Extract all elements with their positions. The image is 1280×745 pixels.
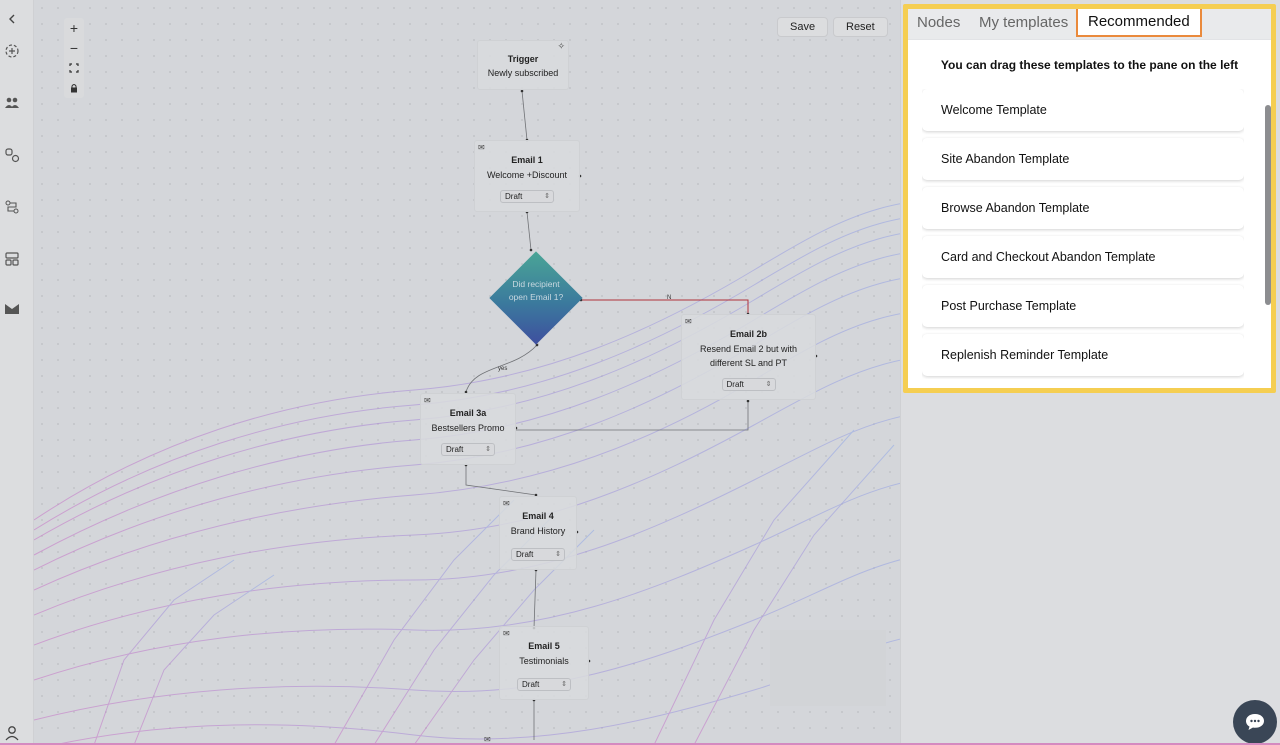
panel-tabs: Nodes My templates Recommended (908, 9, 1271, 40)
envelope-icon: ✉ (685, 317, 692, 326)
email-2b-node[interactable]: ✉ Email 2b Resend Email 2 but with diffe… (681, 314, 816, 400)
fit-view-icon[interactable] (64, 58, 84, 78)
node-title: Email 4 (522, 511, 554, 521)
envelope-icon: ✉ (503, 499, 510, 508)
node-title: Trigger (507, 54, 539, 64)
nodes-icon[interactable] (3, 146, 21, 164)
template-item-cart-checkout[interactable]: Card and Checkout Abandon Template (922, 236, 1244, 278)
node-title: Email 5 (528, 641, 560, 651)
template-item-post-purchase[interactable]: Post Purchase Template (922, 285, 1244, 327)
chat-button[interactable] (1233, 700, 1277, 744)
zoom-in-button[interactable]: + (64, 18, 84, 38)
sparkle-icon: ✧ (557, 41, 565, 51)
node-title: Email 3a (449, 408, 487, 418)
template-item-welcome[interactable]: Welcome Template (922, 89, 1244, 131)
email-3a-node[interactable]: ✉ Email 3a Bestsellers Promo Draft (420, 393, 516, 465)
save-button[interactable]: Save (777, 17, 829, 37)
node-title: Email 1 (511, 155, 543, 165)
mail-icon[interactable] (3, 300, 21, 318)
templates-panel: Nodes My templates Recommended You can d… (903, 4, 1276, 393)
tab-nodes[interactable]: Nodes (917, 11, 960, 35)
email-5-node[interactable]: ✉ Email 5 Testimonials Draft (499, 626, 589, 700)
status-select[interactable]: Draft (721, 378, 776, 391)
node-description: Resend Email 2 but with different SL and… (699, 344, 798, 368)
users-icon[interactable] (3, 94, 21, 112)
email-1-node[interactable]: ✉ Email 1 Welcome +Discount Draft (474, 140, 580, 212)
left-sidebar (0, 0, 34, 745)
node-title: Email 2b (729, 329, 767, 339)
zoom-out-button[interactable]: − (64, 38, 84, 58)
panel-heading: You can drag these templates to the pane… (940, 58, 1239, 72)
template-item-browse-abandon[interactable]: Browse Abandon Template (922, 187, 1244, 229)
minimap[interactable] (770, 630, 886, 706)
zoom-controls: + − (64, 18, 84, 98)
chat-bubble-icon (1246, 714, 1264, 730)
flow-icon[interactable] (3, 198, 21, 216)
add-circle-icon[interactable] (3, 42, 21, 60)
trigger-node[interactable]: ✧ Trigger Newly subscribed (477, 40, 569, 90)
envelope-icon: ✉ (424, 396, 431, 405)
node-description: Newly subscribed (487, 68, 559, 78)
status-select[interactable]: Draft (500, 190, 554, 203)
template-list: Welcome Template Site Abandon Template B… (922, 89, 1244, 379)
user-icon[interactable] (3, 724, 21, 742)
node-description: Bestsellers Promo (431, 423, 505, 433)
template-item-site-abandon[interactable]: Site Abandon Template (922, 138, 1244, 180)
yes-branch-label: yes (498, 366, 508, 372)
chevron-left-icon[interactable] (3, 10, 21, 28)
tab-recommended[interactable]: Recommended (1076, 9, 1202, 37)
node-description: Testimonials (519, 656, 569, 666)
panel-scrollbar[interactable] (1265, 105, 1271, 305)
lock-icon[interactable] (64, 78, 84, 98)
layout-icon[interactable] (3, 250, 21, 268)
tab-my-templates[interactable]: My templates (979, 11, 1068, 35)
status-select[interactable]: Draft (441, 443, 495, 456)
reset-button[interactable]: Reset (833, 17, 888, 37)
status-select[interactable]: Draft (511, 548, 565, 561)
flow-canvas[interactable]: + − Save Reset N yes ✧ Trigger Newly sub… (34, 0, 900, 745)
email-4-node[interactable]: ✉ Email 4 Brand History Draft (499, 496, 577, 570)
no-branch-label: N (667, 295, 672, 301)
node-description: Welcome +Discount (486, 170, 568, 180)
envelope-icon: ✉ (478, 143, 485, 152)
template-item-replenish[interactable]: Replenish Reminder Template (922, 334, 1244, 376)
decision-text: Did recipient open Email 1? (508, 279, 564, 302)
node-description: Brand History (510, 526, 566, 536)
envelope-icon: ✉ (503, 629, 510, 638)
status-select[interactable]: Draft (517, 678, 571, 691)
